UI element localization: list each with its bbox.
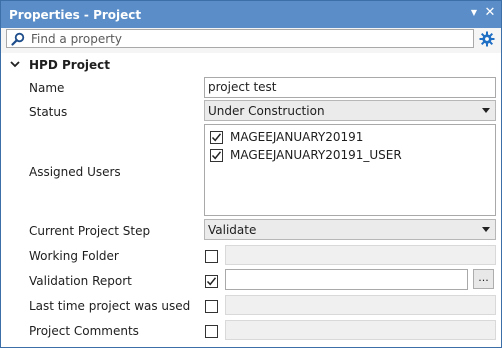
checkmark-icon: [211, 133, 222, 142]
assigned-users-list: MAGEEJANUARY20191 MAGEEJANUARY20191_USER: [204, 124, 496, 216]
dropdown-arrow-icon: [482, 108, 490, 113]
user-label: MAGEEJANUARY20191_USER: [230, 148, 402, 162]
working-folder-label: Working Folder: [29, 249, 119, 263]
search-icon: [11, 32, 25, 46]
chevron-down-icon[interactable]: [9, 58, 21, 70]
search-box[interactable]: [6, 29, 474, 48]
window-options-button[interactable]: ▼: [467, 6, 481, 20]
property-grid: HPD Project Name project test Status Und…: [1, 53, 501, 347]
name-value: project test: [208, 80, 277, 94]
dropdown-arrow-icon: [482, 227, 490, 232]
current-step-dropdown[interactable]: Validate: [204, 219, 496, 240]
properties-window: Properties - Project ▼ ✕ Find a property…: [0, 0, 502, 348]
window-title: Properties - Project: [9, 8, 142, 22]
current-step-value: Validate: [208, 223, 257, 237]
checkmark-icon: [211, 151, 222, 160]
last-used-label: Last time project was used: [29, 299, 191, 313]
validation-report-checkbox[interactable]: [205, 275, 218, 288]
category-header[interactable]: HPD Project: [1, 53, 501, 77]
status-value: Under Construction: [208, 104, 325, 118]
current-step-label: Current Project Step: [29, 224, 151, 238]
gear-icon[interactable]: [479, 31, 495, 47]
comments-checkbox[interactable]: [205, 325, 218, 338]
status-label: Status: [29, 105, 68, 119]
validation-report-field[interactable]: [225, 269, 468, 290]
working-folder-checkbox[interactable]: [205, 250, 218, 263]
comments-field: [225, 320, 496, 340]
name-field[interactable]: project test: [204, 77, 496, 98]
category-label: HPD Project: [29, 58, 111, 72]
last-used-checkbox[interactable]: [205, 300, 218, 313]
comments-label: Project Comments: [29, 324, 139, 338]
validation-report-label: Validation Report: [29, 274, 132, 288]
checkmark-icon: [206, 277, 217, 286]
close-button[interactable]: ✕: [483, 6, 497, 20]
status-dropdown[interactable]: Under Construction: [204, 100, 496, 121]
search-input[interactable]: [31, 31, 467, 46]
last-used-field: [225, 295, 496, 315]
browse-button[interactable]: ...: [473, 269, 494, 289]
working-folder-field: [225, 245, 496, 265]
user-checkbox[interactable]: [210, 149, 223, 162]
title-bar[interactable]: Properties - Project ▼ ✕: [1, 1, 501, 28]
name-label: Name: [29, 81, 65, 95]
search-bar: [1, 28, 501, 52]
user-label: MAGEEJANUARY20191: [230, 130, 364, 144]
assigned-users-label: Assigned Users: [29, 165, 121, 179]
user-checkbox[interactable]: [210, 131, 223, 144]
